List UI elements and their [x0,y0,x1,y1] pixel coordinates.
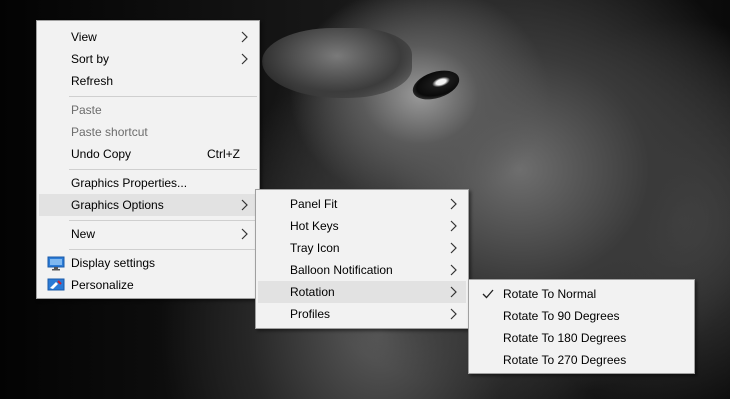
menu-item-rotate-180[interactable]: Rotate To 180 Degrees [471,327,692,349]
menu-item-sort-by[interactable]: Sort by [39,48,257,70]
chevron-right-icon [241,31,248,43]
chevron-right-icon [241,199,248,211]
menu-item-refresh[interactable]: Refresh [39,70,257,92]
menu-item-personalize[interactable]: Personalize [39,274,257,296]
menu-item-hot-keys-label: Hot Keys [290,219,339,233]
menu-item-rotate-to-normal[interactable]: Rotate To Normal [471,283,692,305]
menu-item-rotation[interactable]: Rotation [258,281,466,303]
menu-item-profiles-label: Profiles [290,307,331,321]
menu-item-graphics-properties-label: Graphics Properties... [71,176,188,190]
menu-item-refresh-label: Refresh [71,74,114,88]
menu-item-graphics-options-label: Graphics Options [71,198,164,212]
chevron-right-icon [450,198,457,210]
menu-item-sort-by-label: Sort by [71,52,110,66]
menu-item-rotate-90[interactable]: Rotate To 90 Degrees [471,305,692,327]
menu-item-panel-fit[interactable]: Panel Fit [258,193,466,215]
menu-item-paste-shortcut: Paste shortcut [39,121,257,143]
wallpaper-lion-muzzle [262,28,412,98]
menu-item-rotate-180-label: Rotate To 180 Degrees [503,331,627,345]
checkmark-icon [482,289,494,299]
menu-item-tray-icon-label: Tray Icon [290,241,340,255]
display-icon [47,256,65,271]
menu-item-undo-copy[interactable]: Undo Copy Ctrl+Z [39,143,257,165]
menu-item-profiles[interactable]: Profiles [258,303,466,325]
chevron-right-icon [450,308,457,320]
wallpaper-lion-eye [409,65,463,105]
chevron-right-icon [450,286,457,298]
desktop-context-menu: View Sort by Refresh Paste Paste shortcu… [36,20,260,299]
menu-item-rotate-to-normal-label: Rotate To Normal [503,287,597,301]
rotation-submenu: Rotate To Normal Rotate To 90 Degrees Ro… [468,279,695,374]
menu-item-display-settings-label: Display settings [71,256,156,270]
menu-item-panel-fit-label: Panel Fit [290,197,338,211]
menu-item-rotate-270[interactable]: Rotate To 270 Degrees [471,349,692,371]
menu-item-graphics-options[interactable]: Graphics Options [39,194,257,216]
chevron-right-icon [450,220,457,232]
chevron-right-icon [241,228,248,240]
menu-separator [69,249,257,250]
menu-separator [69,220,257,221]
menu-item-undo-copy-label: Undo Copy [71,147,132,161]
menu-item-hot-keys[interactable]: Hot Keys [258,215,466,237]
menu-item-balloon-notification[interactable]: Balloon Notification [258,259,466,281]
menu-item-rotate-270-label: Rotate To 270 Degrees [503,353,627,367]
menu-separator [69,96,257,97]
menu-item-view-label: View [71,30,97,44]
menu-item-undo-copy-shortcut: Ctrl+Z [207,147,240,161]
chevron-right-icon [450,264,457,276]
menu-separator [69,169,257,170]
menu-item-rotation-label: Rotation [290,285,335,299]
personalize-icon [47,278,65,291]
menu-item-view[interactable]: View [39,26,257,48]
menu-item-personalize-label: Personalize [71,278,134,292]
menu-item-paste: Paste [39,99,257,121]
chevron-right-icon [450,242,457,254]
menu-item-new[interactable]: New [39,223,257,245]
menu-item-graphics-properties[interactable]: Graphics Properties... [39,172,257,194]
menu-item-display-settings[interactable]: Display settings [39,252,257,274]
menu-item-paste-label: Paste [71,103,102,117]
menu-item-paste-shortcut-label: Paste shortcut [71,125,148,139]
chevron-right-icon [241,53,248,65]
menu-item-tray-icon[interactable]: Tray Icon [258,237,466,259]
graphics-options-submenu: Panel Fit Hot Keys Tray Icon Balloon Not… [255,189,469,329]
menu-item-rotate-90-label: Rotate To 90 Degrees [503,309,620,323]
menu-item-new-label: New [71,227,96,241]
menu-item-balloon-notification-label: Balloon Notification [290,263,393,277]
